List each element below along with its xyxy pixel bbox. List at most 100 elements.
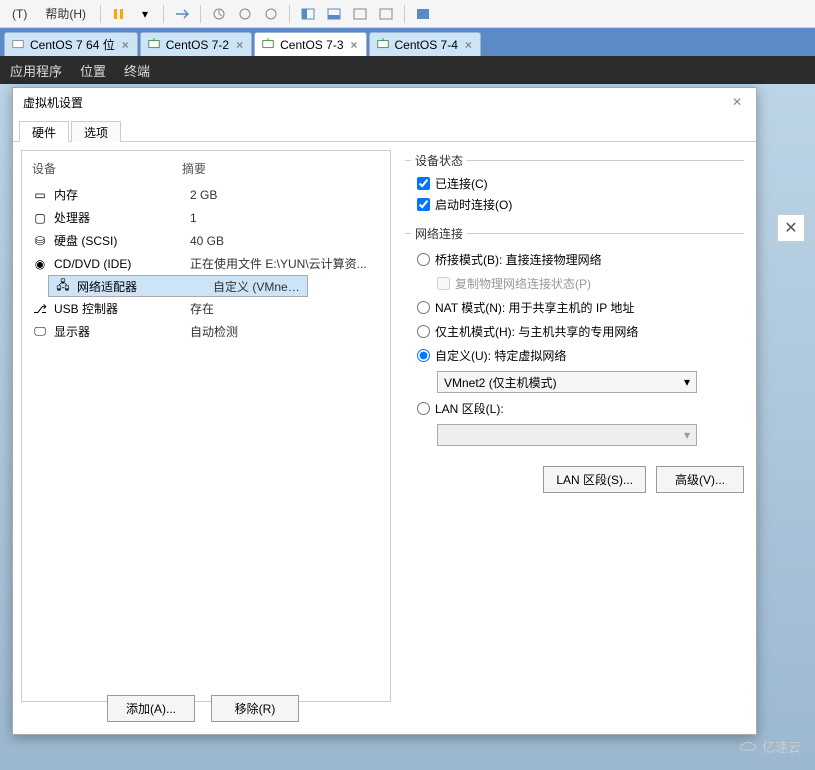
device-buttons: 添加(A)... 移除(R) — [13, 695, 393, 722]
vm-icon — [11, 38, 25, 52]
console-icon[interactable] — [374, 3, 398, 25]
lan-segments-button[interactable]: LAN 区段(S)... — [543, 466, 646, 493]
tab-centos74[interactable]: CentOS 7-4 × — [369, 32, 481, 56]
chk-connect-on-start[interactable]: 启动时连接(O) — [417, 196, 738, 213]
main-toolbar: (T) 帮助(H) ▾ — [0, 0, 815, 28]
vm-icon — [261, 38, 275, 52]
radio-host-input[interactable] — [417, 325, 430, 338]
radio-bridged-input[interactable] — [417, 253, 430, 266]
network-icon: 🖧 — [55, 276, 71, 297]
radio-nat-input[interactable] — [417, 301, 430, 314]
dialog-title: 虚拟机设置 — [23, 94, 83, 111]
guest-menu-bar: 应用程序 位置 终端 — [0, 56, 815, 84]
background-close-button[interactable]: ✕ — [777, 214, 805, 242]
dialog-body: 设备 摘要 ▭内存2 GB ▢处理器1 ⛁硬盘 (SCSI)40 GB ◉CD/… — [13, 142, 756, 702]
snapshot-icon[interactable] — [207, 3, 231, 25]
separator — [163, 5, 164, 23]
group-title: 设备状态 — [411, 152, 467, 169]
tab-close-icon[interactable]: × — [349, 38, 360, 52]
snapshot-revert-icon[interactable] — [233, 3, 257, 25]
tab-centos764[interactable]: CentOS 7 64 位 × — [4, 32, 138, 56]
thumbnail-icon[interactable] — [348, 3, 372, 25]
lan-segment-select: ▾ — [437, 424, 697, 446]
unity-icon[interactable] — [322, 3, 346, 25]
radio-custom[interactable]: 自定义(U): 特定虚拟网络 — [417, 347, 738, 364]
network-group: 网络连接 桥接模式(B): 直接连接物理网络 复制物理网络连接状态(P) NAT… — [405, 233, 744, 452]
radio-nat[interactable]: NAT 模式(N): 用于共享主机的 IP 地址 — [417, 299, 738, 316]
list-header: 设备 摘要 — [22, 157, 390, 183]
main-area: ✕ 虚拟机设置 ✕ 硬件 选项 设备 摘要 ▭内存2 GB ▢处理器1 ⛁硬盘 … — [0, 84, 815, 770]
remove-button[interactable]: 移除(R) — [211, 695, 299, 722]
watermark: 亿速云 — [738, 737, 801, 756]
menu-terminal[interactable]: 终端 — [124, 61, 150, 80]
settings-pane: 设备状态 已连接(C) 启动时连接(O) 网络连接 桥接模式(B): 直接连接物… — [391, 142, 756, 702]
stretch-icon[interactable] — [411, 3, 435, 25]
device-list: 设备 摘要 ▭内存2 GB ▢处理器1 ⛁硬盘 (SCSI)40 GB ◉CD/… — [21, 150, 391, 702]
cd-icon: ◉ — [32, 257, 48, 271]
menu-places[interactable]: 位置 — [80, 61, 106, 80]
tab-label: CentOS 7-4 — [395, 38, 458, 52]
radio-hostonly[interactable]: 仅主机模式(H): 与主机共享的专用网络 — [417, 323, 738, 340]
dialog-tabs: 硬件 选项 — [13, 120, 756, 142]
radio-lan[interactable]: LAN 区段(L): — [417, 400, 738, 417]
chevron-down-icon: ▾ — [684, 428, 690, 442]
vm-settings-dialog: 虚拟机设置 ✕ 硬件 选项 设备 摘要 ▭内存2 GB ▢处理器1 ⛁硬盘 (S… — [12, 87, 757, 735]
separator — [200, 5, 201, 23]
group-title: 网络连接 — [411, 225, 467, 242]
pause-button[interactable] — [107, 3, 131, 25]
tab-hardware[interactable]: 硬件 — [19, 121, 69, 142]
row-memory[interactable]: ▭内存2 GB — [22, 183, 390, 206]
memory-icon: ▭ — [32, 188, 48, 202]
vm-icon — [376, 38, 390, 52]
tab-label: CentOS 7-3 — [280, 38, 343, 52]
advanced-button[interactable]: 高级(V)... — [656, 466, 744, 493]
separator — [100, 5, 101, 23]
tab-close-icon[interactable]: × — [234, 38, 245, 52]
chk-replicate: 复制物理网络连接状态(P) — [437, 275, 738, 292]
chk-connected[interactable]: 已连接(C) — [417, 175, 738, 192]
menu-file[interactable]: (T) — [4, 7, 35, 21]
header-summary: 摘要 — [182, 160, 380, 177]
custom-network-select[interactable]: VMnet2 (仅主机模式)▾ — [437, 371, 697, 393]
chevron-down-icon: ▾ — [684, 375, 690, 389]
chk-onstart-input[interactable] — [417, 198, 430, 211]
advanced-buttons: LAN 区段(S)... 高级(V)... — [405, 466, 744, 493]
row-usb[interactable]: ⎇USB 控制器存在 — [22, 297, 390, 320]
row-network[interactable]: 🖧网络适配器自定义 (VMnet2) — [48, 275, 308, 297]
display-icon: 🖵 — [32, 324, 48, 339]
tab-centos72[interactable]: CentOS 7-2 × — [140, 32, 252, 56]
vm-tab-strip: CentOS 7 64 位 × CentOS 7-2 × CentOS 7-3 … — [0, 28, 815, 56]
tab-close-icon[interactable]: × — [120, 38, 131, 52]
dropdown-icon[interactable]: ▾ — [133, 3, 157, 25]
separator — [289, 5, 290, 23]
separator — [404, 5, 405, 23]
usb-icon: ⎇ — [32, 302, 48, 316]
add-button[interactable]: 添加(A)... — [107, 695, 195, 722]
cloud-icon — [738, 740, 758, 754]
menu-help[interactable]: 帮助(H) — [37, 5, 94, 22]
tab-close-icon[interactable]: × — [463, 38, 474, 52]
tab-label: CentOS 7 64 位 — [30, 36, 115, 53]
row-cd[interactable]: ◉CD/DVD (IDE)正在使用文件 E:\YUN\云计算资... — [22, 252, 390, 275]
radio-bridged[interactable]: 桥接模式(B): 直接连接物理网络 — [417, 251, 738, 268]
tab-label: CentOS 7-2 — [166, 38, 229, 52]
disk-icon: ⛁ — [32, 234, 48, 248]
dialog-titlebar: 虚拟机设置 ✕ — [13, 88, 756, 116]
cpu-icon: ▢ — [32, 211, 48, 225]
tab-options[interactable]: 选项 — [71, 121, 121, 142]
device-state-group: 设备状态 已连接(C) 启动时连接(O) — [405, 160, 744, 223]
menu-apps[interactable]: 应用程序 — [10, 61, 62, 80]
radio-lan-input[interactable] — [417, 402, 430, 415]
snapshot-manage-icon[interactable] — [259, 3, 283, 25]
row-display[interactable]: 🖵显示器自动检测 — [22, 320, 390, 343]
send-icon[interactable] — [170, 3, 194, 25]
row-hdd[interactable]: ⛁硬盘 (SCSI)40 GB — [22, 229, 390, 252]
vm-icon — [147, 38, 161, 52]
chk-replicate-input — [437, 277, 450, 290]
fullscreen-icon[interactable] — [296, 3, 320, 25]
radio-custom-input[interactable] — [417, 349, 430, 362]
row-cpu[interactable]: ▢处理器1 — [22, 206, 390, 229]
dialog-close-button[interactable]: ✕ — [728, 93, 746, 111]
chk-connected-input[interactable] — [417, 177, 430, 190]
tab-centos73[interactable]: CentOS 7-3 × — [254, 32, 366, 56]
